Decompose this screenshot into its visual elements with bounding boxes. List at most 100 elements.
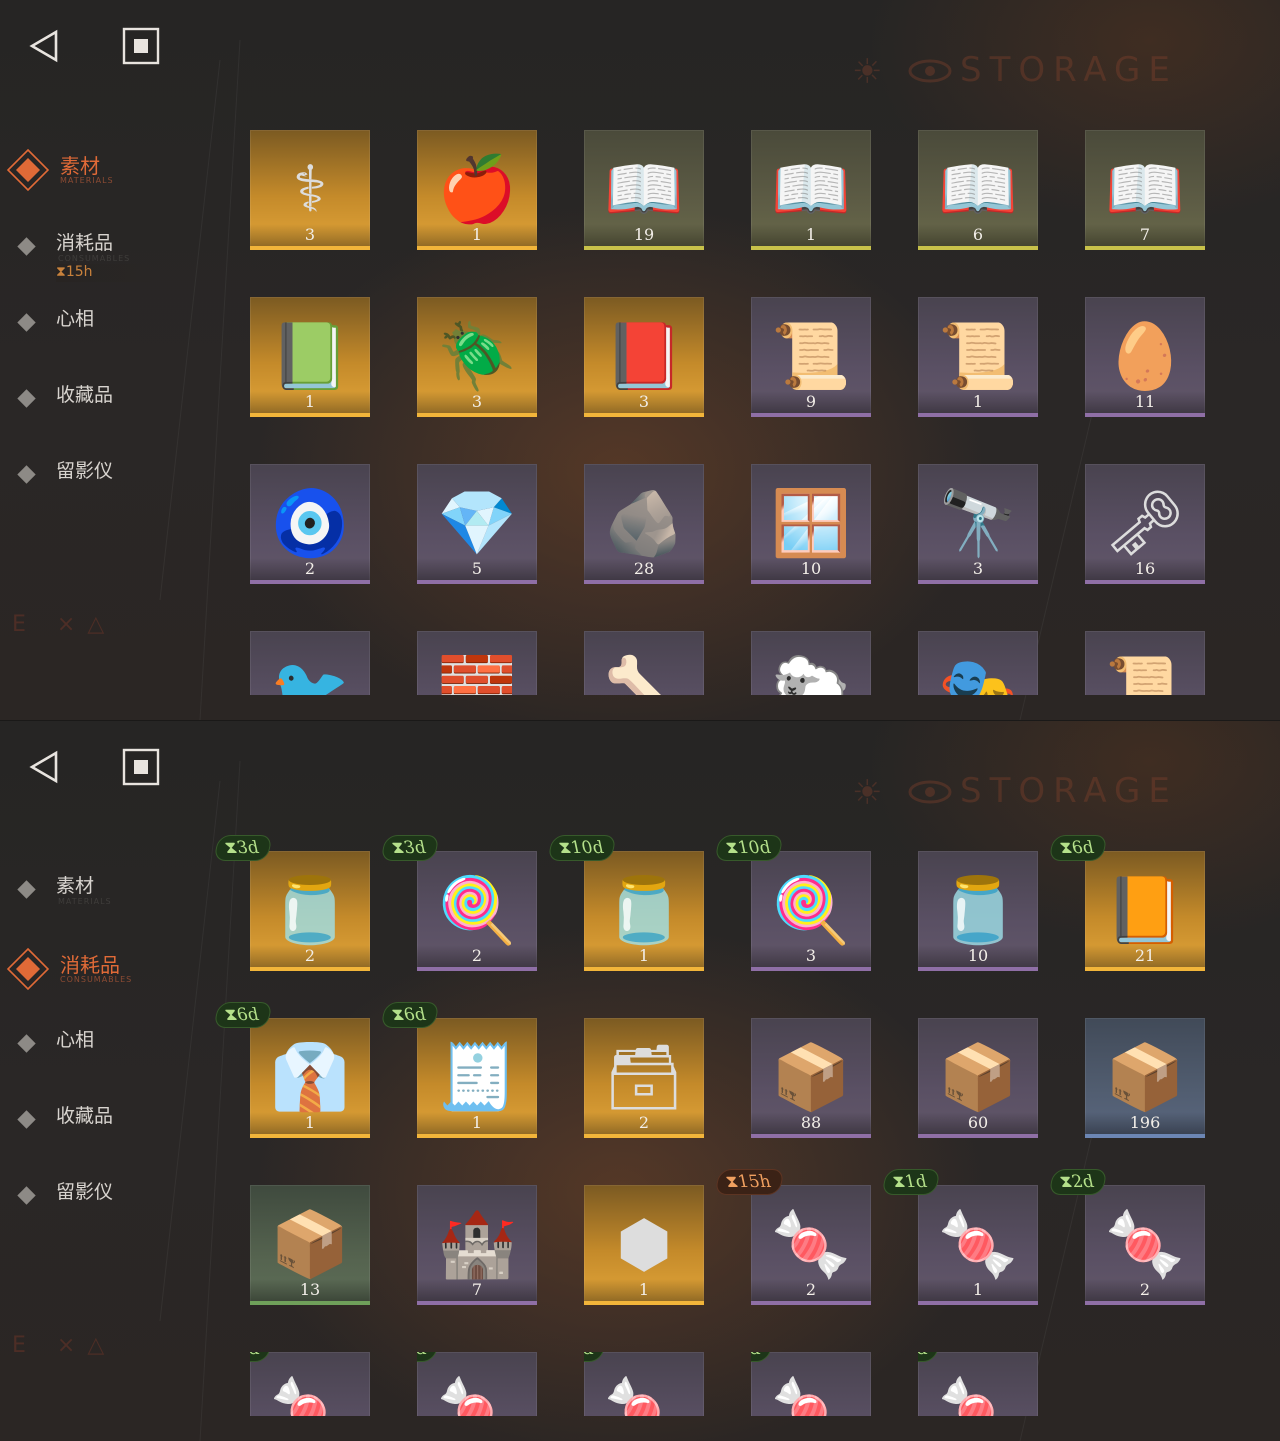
item-tile[interactable]: 🐑 (751, 631, 871, 695)
rarity-strip (250, 1134, 370, 1138)
item-tile[interactable]: 🍬⧗5d (584, 1352, 704, 1416)
item-tile[interactable]: 🍬 1 ⧗1d (881, 1169, 1038, 1305)
item-tile[interactable]: 🍬 2 ⧗2d (1048, 1169, 1205, 1305)
item-quantity: 13 (250, 1279, 370, 1301)
rarity-strip (918, 1301, 1038, 1305)
back-button[interactable] (26, 28, 62, 64)
item-tile[interactable]: 🏰 7 (417, 1185, 537, 1305)
timer-text: 6d (234, 1005, 261, 1025)
item-tile[interactable]: 🍬⧗4d (417, 1352, 537, 1416)
item-tile[interactable]: 🗝 16 (1085, 464, 1205, 584)
item-tile[interactable]: ⬢ 1 (584, 1185, 704, 1305)
nav-item-1[interactable]: 消耗品 CONSUMABLES (0, 947, 220, 1007)
item-tile[interactable]: 📙 21 ⧗6d (1048, 835, 1205, 971)
expiry-timer-badge: ⧗10d (714, 835, 785, 861)
item-tile[interactable]: 🍭 3 ⧗10d (714, 835, 871, 971)
nav-item-0[interactable]: 素材 MATERIALS (0, 148, 220, 208)
nav-item-4[interactable]: 留影仪 (0, 456, 220, 514)
item-tile[interactable]: 💎 5 (417, 464, 537, 584)
item-tile[interactable]: 🫙 10 (918, 851, 1038, 971)
item-tile[interactable]: 👔 1 ⧗6d (213, 1002, 370, 1138)
home-button[interactable] (122, 748, 160, 786)
item-tile[interactable]: 📦 88 (751, 1018, 871, 1138)
item-tile[interactable]: 🔭 3 (918, 464, 1038, 584)
item-quantity: 3 (250, 224, 370, 246)
item-tile[interactable]: 🦴 (584, 631, 704, 695)
nav-item-3[interactable]: 收藏品 (0, 380, 220, 438)
item-tile[interactable]: ⚕ 3 (250, 130, 370, 250)
item-tile[interactable]: 🍬 2 ⧗15h (714, 1169, 871, 1305)
diamond-icon (17, 1034, 36, 1053)
timer-content: ⧗10d (724, 836, 773, 860)
expiry-timer-badge: ⧗3d (213, 835, 273, 861)
sun-emblem-icon: ☀ (852, 773, 883, 813)
rarity-strip (250, 967, 370, 971)
item-tile[interactable]: 🍬⧗7d (918, 1352, 1038, 1416)
item-tile[interactable]: 🪲 3 (417, 297, 537, 417)
item-tile[interactable]: 📜 1 (918, 297, 1038, 417)
item-tile[interactable]: 🧿 2 (250, 464, 370, 584)
item-quantity: 2 (417, 945, 537, 967)
item-tile[interactable]: 📦 196 (1085, 1018, 1205, 1138)
nav-timer-badge: ⧗15h (56, 264, 156, 282)
nav-item-2[interactable]: 心相 (0, 304, 220, 362)
rarity-strip (584, 246, 704, 250)
item-tile[interactable]: 🍭 2 ⧗3d (380, 835, 537, 971)
rarity-strip (918, 580, 1038, 584)
item-tile[interactable]: 🐦 (250, 631, 370, 695)
item-tile[interactable]: 🫙 1 ⧗10d (547, 835, 704, 971)
rarity-strip (417, 246, 537, 250)
nav-item-3[interactable]: 收藏品 (0, 1101, 220, 1159)
item-tile[interactable]: 📖 19 (584, 130, 704, 250)
tile-frame (1085, 631, 1205, 695)
timer-content: ⧗2d (1058, 1170, 1096, 1194)
diamond-icon (17, 1186, 36, 1205)
nav-label: 消耗品 (56, 232, 114, 254)
nav-label: 素材 (60, 154, 100, 178)
item-quantity: 9 (751, 391, 871, 413)
item-tile[interactable]: 📜 (1085, 631, 1205, 695)
timer-text: 3d (234, 838, 261, 858)
item-tile[interactable]: 🎭 (918, 631, 1038, 695)
back-button[interactable] (26, 749, 62, 785)
rarity-strip (1085, 967, 1205, 971)
nav-label: 消耗品 (60, 953, 120, 977)
home-button[interactable] (122, 27, 160, 65)
item-quantity: 16 (1085, 558, 1205, 580)
nav-item-2[interactable]: 心相 (0, 1025, 220, 1083)
item-tile[interactable]: 🥚 11 (1085, 297, 1205, 417)
nav-item-0[interactable]: 素材 MATERIALS (0, 871, 220, 929)
item-tile[interactable]: 🍬⧗3d (250, 1352, 370, 1416)
item-tile[interactable]: 📕 3 (584, 297, 704, 417)
hourglass-icon: ⧗ (56, 264, 66, 280)
item-tile[interactable]: 🫙 2 ⧗3d (213, 835, 370, 971)
expiry-timer-badge: ⧗10d (547, 835, 618, 861)
item-tile[interactable]: 🍎 1 (417, 130, 537, 250)
storage-panel: ☀ STORAGE 素材 MATERIALS 消耗品 CONSUMABLES 心相 收藏品 留影… (0, 720, 1280, 1441)
item-tile[interactable]: 📗 1 (250, 297, 370, 417)
nav-item-4[interactable]: 留影仪 (0, 1177, 220, 1235)
item-tile[interactable]: 📜 9 (751, 297, 871, 417)
back-triangle-icon (29, 29, 58, 63)
item-quantity: 60 (918, 1112, 1038, 1134)
expiry-timer-badge: ⧗15h (714, 1169, 785, 1195)
item-tile[interactable]: 📦 13 (250, 1185, 370, 1305)
rarity-strip (584, 580, 704, 584)
timer-text: 10d (568, 838, 606, 858)
item-tile[interactable]: 🪨 28 (584, 464, 704, 584)
home-square-icon (122, 27, 160, 65)
item-quantity: 11 (1085, 391, 1205, 413)
item-tile[interactable]: 📖 1 (751, 130, 871, 250)
item-tile[interactable]: 📖 7 (1085, 130, 1205, 250)
item-tile[interactable]: 🍬⧗6d (751, 1352, 871, 1416)
item-tile[interactable]: 🪟 10 (751, 464, 871, 584)
item-tile[interactable]: 📦 60 (918, 1018, 1038, 1138)
rarity-strip (250, 1301, 370, 1305)
item-quantity: 6 (918, 224, 1038, 246)
item-tile[interactable]: 🗃 2 (584, 1018, 704, 1138)
item-tile[interactable]: 🧾 1 ⧗6d (380, 1002, 537, 1138)
item-tile[interactable]: 📖 6 (918, 130, 1038, 250)
diamond-icon (17, 465, 36, 484)
rarity-strip (751, 967, 871, 971)
item-tile[interactable]: 🧱 (417, 631, 537, 695)
